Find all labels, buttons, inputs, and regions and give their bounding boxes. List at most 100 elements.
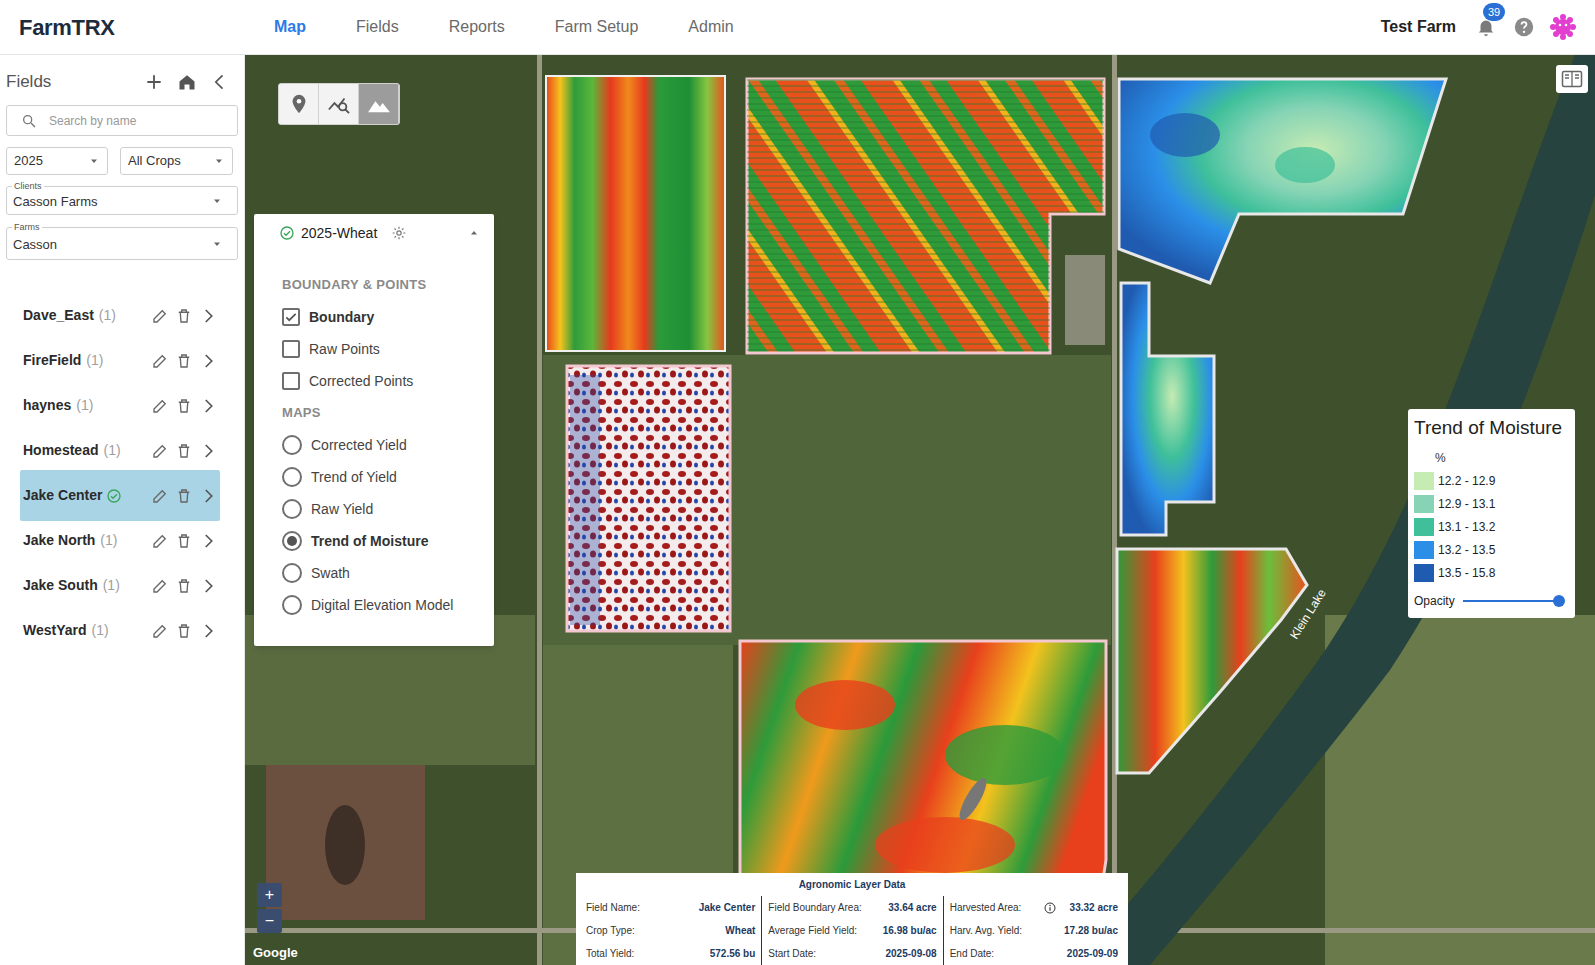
edit-icon[interactable] — [151, 532, 169, 550]
open-icon[interactable] — [199, 577, 217, 595]
delete-icon[interactable] — [175, 577, 193, 595]
field-polygon[interactable] — [1121, 283, 1214, 535]
layer-panel-header[interactable]: 2025-Wheat — [282, 220, 466, 246]
data-value: 16.98 bu/ac — [883, 923, 937, 938]
open-icon[interactable] — [199, 532, 217, 550]
split-view-button[interactable] — [1556, 65, 1588, 93]
add-icon[interactable] — [144, 72, 164, 92]
notifications-button[interactable]: 39 — [1473, 14, 1499, 40]
radio[interactable] — [282, 499, 302, 519]
field-polygon[interactable] — [546, 76, 725, 351]
field-name[interactable]: Jake South — [23, 575, 98, 596]
open-icon[interactable] — [199, 397, 217, 415]
edit-icon[interactable] — [151, 487, 169, 505]
checkbox[interactable] — [282, 372, 300, 390]
field-name[interactable]: Jake Center — [23, 485, 102, 506]
field-row[interactable]: Jake Center — [20, 470, 220, 521]
field-row[interactable]: Jake North(1) — [20, 518, 220, 563]
nav-tab[interactable]: Fields — [356, 15, 399, 39]
radio-row[interactable]: Trend of Yield — [282, 461, 466, 493]
opacity-slider[interactable] — [1463, 600, 1559, 602]
zoom-out-button[interactable]: − — [257, 909, 282, 933]
radio-row[interactable]: Raw Yield — [282, 493, 466, 525]
field-polygon[interactable] — [1119, 79, 1446, 283]
search-field[interactable] — [6, 105, 238, 136]
delete-icon[interactable] — [175, 307, 193, 325]
field-polygon[interactable] — [747, 79, 1104, 353]
checkbox-row[interactable]: Raw Points — [282, 333, 466, 365]
collapse-caret-icon[interactable] — [468, 227, 480, 239]
toolbar-button[interactable] — [319, 84, 359, 124]
field-row[interactable]: FireField(1) — [20, 338, 220, 383]
delete-icon[interactable] — [175, 352, 193, 370]
radio[interactable] — [282, 595, 302, 615]
map-canvas[interactable]: 2025-WheatBOUNDARY & POINTSBoundaryRaw P… — [245, 55, 1595, 965]
radio[interactable] — [282, 435, 302, 455]
opacity-knob[interactable] — [1553, 595, 1565, 607]
nav-tab[interactable]: Reports — [449, 15, 505, 39]
field-polygon[interactable] — [567, 366, 730, 631]
search-input[interactable] — [49, 112, 223, 130]
info-icon[interactable] — [1044, 902, 1056, 914]
field-name[interactable]: WestYard — [23, 620, 87, 641]
zoom-in-button[interactable]: + — [257, 883, 282, 907]
edit-icon[interactable] — [151, 307, 169, 325]
avatar-icon[interactable] — [1549, 13, 1577, 41]
radio-row[interactable]: Corrected Yield — [282, 429, 466, 461]
open-icon[interactable] — [199, 352, 217, 370]
open-icon[interactable] — [199, 307, 217, 325]
field-row[interactable]: WestYard(1) — [20, 608, 220, 653]
logo[interactable]: FarmTRX — [0, 11, 245, 44]
field-name[interactable]: Dave_East — [23, 305, 94, 326]
toolbar-button[interactable] — [279, 84, 319, 124]
field-row[interactable]: Jake South(1) — [20, 563, 220, 608]
help-icon[interactable] — [1512, 15, 1536, 39]
delete-icon[interactable] — [175, 442, 193, 460]
field-row[interactable]: Homestead(1) — [20, 428, 220, 473]
field-name[interactable]: Homestead — [23, 440, 98, 461]
nav-tab[interactable]: Admin — [688, 15, 733, 39]
open-icon[interactable] — [199, 487, 217, 505]
farm-select[interactable]: FarmsCasson — [6, 227, 238, 260]
edit-icon[interactable] — [151, 397, 169, 415]
field-name[interactable]: haynes — [23, 395, 71, 416]
edit-icon[interactable] — [151, 622, 169, 640]
field-row[interactable]: Dave_East(1) — [20, 293, 220, 338]
farm-name[interactable]: Test Farm — [1381, 15, 1456, 39]
delete-icon[interactable] — [175, 397, 193, 415]
nav-tab[interactable]: Map — [274, 15, 306, 39]
checkbox[interactable] — [282, 340, 300, 358]
edit-icon[interactable] — [151, 442, 169, 460]
legend-item: 13.5 - 15.8 — [1414, 563, 1569, 583]
radio[interactable] — [282, 563, 302, 583]
open-icon[interactable] — [199, 442, 217, 460]
data-value: Jake Center — [699, 900, 756, 915]
toolbar-button[interactable] — [359, 84, 399, 124]
checkbox[interactable] — [282, 308, 300, 326]
radio-row[interactable]: Digital Elevation Model — [282, 589, 466, 621]
settings-icon[interactable] — [391, 225, 407, 241]
nav-tab[interactable]: Farm Setup — [555, 15, 639, 39]
home-icon[interactable] — [177, 72, 197, 92]
field-name[interactable]: FireField — [23, 350, 81, 371]
delete-icon[interactable] — [175, 532, 193, 550]
delete-icon[interactable] — [175, 487, 193, 505]
edit-icon[interactable] — [151, 577, 169, 595]
radio-row[interactable]: Swath — [282, 557, 466, 589]
collapse-icon[interactable] — [210, 72, 230, 92]
edit-icon[interactable] — [151, 352, 169, 370]
delete-icon[interactable] — [175, 622, 193, 640]
data-value: 17.28 bu/ac — [1064, 923, 1118, 938]
checkbox-row[interactable]: Boundary — [282, 301, 466, 333]
radio[interactable] — [282, 531, 302, 551]
radio-row[interactable]: Trend of Moisture — [282, 525, 466, 557]
open-icon[interactable] — [199, 622, 217, 640]
field-name[interactable]: Jake North — [23, 530, 95, 551]
client-select[interactable]: ClientsCasson Farms — [6, 186, 238, 215]
field-row[interactable]: haynes(1) — [20, 383, 220, 428]
radio[interactable] — [282, 467, 302, 487]
year-select[interactable]: 2025 — [6, 147, 108, 175]
checkbox-row[interactable]: Corrected Points — [282, 365, 466, 397]
crop-select[interactable]: All Crops — [120, 147, 233, 175]
field-polygon[interactable] — [1117, 549, 1307, 773]
